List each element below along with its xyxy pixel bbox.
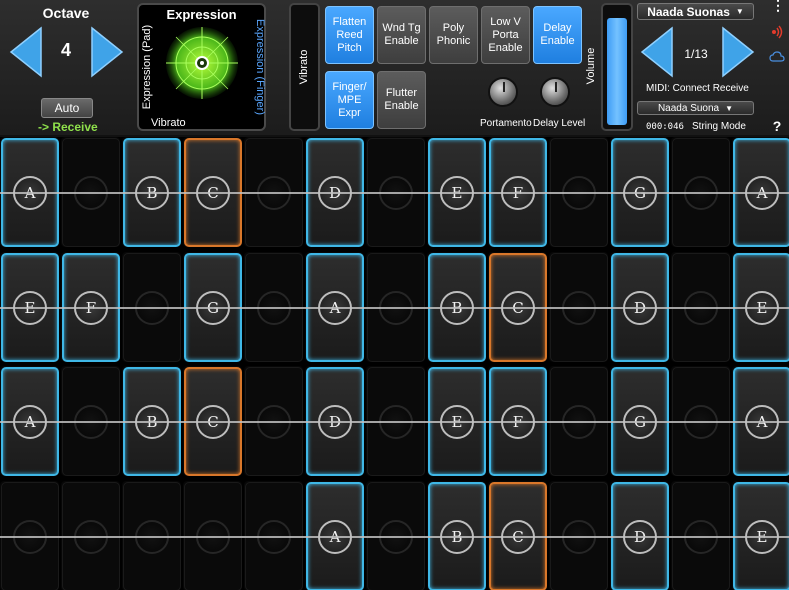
portamento-label: Portamento xyxy=(480,118,532,129)
sub-preset-name: Naada Suona xyxy=(657,102,720,114)
delay-level-knob[interactable] xyxy=(540,77,570,107)
wnd-tg-enable-toggle[interactable]: Wnd Tg Enable xyxy=(377,6,426,64)
flatten-reed-pitch-toggle[interactable]: Flatten Reed Pitch xyxy=(325,6,374,64)
string-line xyxy=(0,421,789,423)
auto-button[interactable]: Auto xyxy=(41,98,93,118)
sub-preset-dropdown[interactable]: Naada Suona ▼ xyxy=(637,101,754,115)
expression-pad-label: Expression (Pad) xyxy=(141,24,153,110)
expression-vibrato-label: Vibrato xyxy=(151,117,186,129)
octave-down-button[interactable] xyxy=(9,26,43,78)
volume-slider[interactable] xyxy=(601,3,633,131)
caret-down-icon: ▼ xyxy=(735,7,744,16)
vibrato-label: Vibrato xyxy=(298,49,310,85)
octave-up-button[interactable] xyxy=(90,26,124,78)
top-control-bar: Octave 4 Auto -> Receive Expression Expr… xyxy=(0,0,789,137)
vertical-dots-icon[interactable]: ⋮ xyxy=(770,0,786,12)
string-line xyxy=(0,307,789,309)
delay-enable-toggle[interactable]: Delay Enable xyxy=(533,6,582,64)
arrow-right-icon xyxy=(722,26,755,78)
delay-level-label: Delay Level xyxy=(533,118,586,129)
caret-down-icon: ▼ xyxy=(725,103,734,113)
note-grid: ABCDEFGAEFGABCDEABCDEFGAABCDE xyxy=(0,137,789,590)
low-v-porta-enable-toggle[interactable]: Low V Porta Enable xyxy=(481,6,530,64)
time-readout: 000:046 xyxy=(646,122,684,132)
poly-phonic-toggle[interactable]: Poly Phonic xyxy=(429,6,478,64)
octave-title: Octave xyxy=(42,5,90,21)
expression-finger-label: Expression (Finger) xyxy=(254,19,266,115)
string-line xyxy=(0,192,789,194)
radio-waves-icon[interactable] xyxy=(769,25,785,42)
midi-status: MIDI: Connect Receive xyxy=(646,83,749,94)
help-icon[interactable]: ? xyxy=(769,118,785,134)
expression-title: Expression xyxy=(166,7,237,22)
instrument-dropdown[interactable]: Naada Suonas ▼ xyxy=(637,3,754,20)
flutter-enable-toggle[interactable]: Flutter Enable xyxy=(377,71,426,129)
arrow-right-icon xyxy=(91,26,124,78)
receive-label: -> Receive xyxy=(38,120,98,134)
vibrato-slider[interactable]: Vibrato xyxy=(289,3,320,131)
mode-label: String Mode xyxy=(692,121,746,132)
octave-value: 4 xyxy=(60,40,71,60)
expression-target-icon xyxy=(166,27,238,99)
cloud-icon[interactable] xyxy=(769,51,785,66)
arrow-left-icon xyxy=(640,26,673,78)
preset-page: 1/13 xyxy=(684,47,708,61)
volume-fill xyxy=(607,18,627,125)
string-line xyxy=(0,536,789,538)
expression-pad[interactable]: Expression Expression (Pad) Expression (… xyxy=(137,3,266,131)
preset-next-button[interactable] xyxy=(721,26,755,78)
volume-label: Volume xyxy=(585,47,597,85)
instrument-name: Naada Suonas xyxy=(647,4,730,19)
preset-prev-button[interactable] xyxy=(640,26,674,78)
portamento-knob[interactable] xyxy=(488,77,518,107)
arrow-left-icon xyxy=(9,26,42,78)
finger-mpe-expr-toggle[interactable]: Finger/ MPE Expr xyxy=(325,71,374,129)
cloud-svg xyxy=(769,51,785,62)
radio-waves-svg xyxy=(772,25,783,39)
